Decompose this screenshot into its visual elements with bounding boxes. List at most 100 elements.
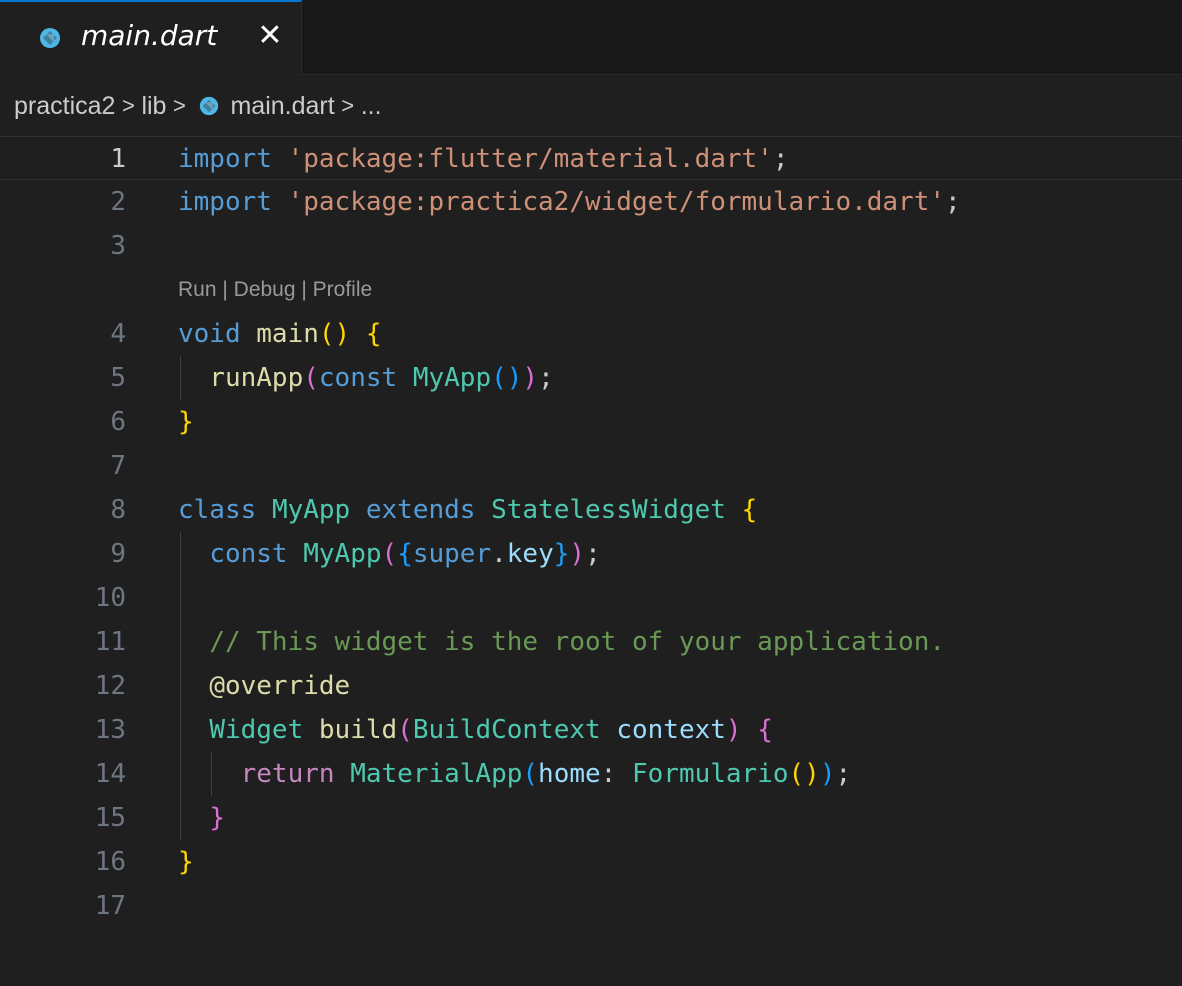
code-token: } <box>209 803 225 833</box>
code-token: void <box>178 319 241 349</box>
code-line[interactable]: 13 Widget build(BuildContext context) { <box>0 708 1182 752</box>
code-text: } <box>178 400 194 444</box>
code-token: : <box>600 759 632 789</box>
code-token: main <box>256 319 319 349</box>
code-token: ; <box>772 144 789 174</box>
breadcrumb-item-file[interactable]: main.dart <box>230 86 334 126</box>
line-number: 4 <box>110 319 126 349</box>
line-number: 12 <box>94 671 126 701</box>
code-line[interactable]: 14 return MaterialApp(home: Formulario()… <box>0 752 1182 796</box>
code-token: MyApp <box>271 495 351 525</box>
code-line[interactable]: 17 <box>0 884 1182 928</box>
code-text: import 'package:flutter/material.dart'; <box>178 137 789 181</box>
code-text: } <box>178 796 225 840</box>
code-line[interactable]: 3 <box>0 224 1182 268</box>
line-number: 13 <box>94 715 126 745</box>
code-token: 'package:practica2/widget/formulario.dar… <box>287 187 946 217</box>
code-token: BuildContext <box>412 715 601 745</box>
code-token: 'package:flutter/material.dart' <box>287 144 773 174</box>
code-token: ; <box>835 759 852 789</box>
code-token: import <box>178 144 272 174</box>
line-number: 2 <box>110 187 126 217</box>
code-token: () <box>491 363 523 393</box>
line-number: 1 <box>110 144 126 174</box>
code-line[interactable]: 8 class MyApp extends StatelessWidget { <box>0 488 1182 532</box>
editor-window: main.dart ✕ practica2 > lib > main.dart … <box>0 0 1182 986</box>
code-line[interactable]: 7 <box>0 444 1182 488</box>
tab-title: main.dart <box>81 19 218 52</box>
code-line[interactable]: 4 void main() { <box>0 312 1182 356</box>
code-token: return <box>240 759 335 789</box>
code-token: const <box>318 363 398 393</box>
code-line[interactable]: 16} <box>0 840 1182 884</box>
code-line[interactable]: 2 import 'package:practica2/widget/formul… <box>0 180 1182 224</box>
code-token: { <box>365 319 382 349</box>
code-token: MyApp <box>303 539 382 569</box>
code-token: extends <box>365 495 476 525</box>
codelens-run-debug-profile[interactable]: Run | Debug | Profile <box>178 268 372 312</box>
code-token: ) <box>522 363 539 393</box>
code-line[interactable]: 10 <box>0 576 1182 620</box>
line-number: 8 <box>110 495 126 525</box>
code-line[interactable]: 11 // This widget is the root of your ap… <box>0 620 1182 664</box>
breadcrumb-item-practica2[interactable]: practica2 <box>14 86 115 126</box>
code-token: build <box>318 715 398 745</box>
code-line[interactable]: 12 @override <box>0 664 1182 708</box>
line-number: 9 <box>110 539 126 569</box>
dart-file-icon <box>200 96 219 116</box>
code-token: ; <box>945 187 961 217</box>
code-token: ( <box>381 539 398 569</box>
breadcrumb-separator: > <box>173 93 186 118</box>
line-number: 7 <box>110 451 126 481</box>
breadcrumb-item-symbols[interactable]: ... <box>361 86 382 126</box>
code-text: import 'package:practica2/widget/formula… <box>178 180 961 224</box>
code-token: } <box>178 847 194 877</box>
code-token: . <box>491 539 507 569</box>
line-number: 6 <box>110 407 126 437</box>
code-line[interactable]: 9 const MyApp({super.key}); <box>0 532 1182 576</box>
close-icon[interactable]: ✕ <box>252 18 288 54</box>
code-token: () <box>318 319 351 349</box>
tab-main-dart[interactable]: main.dart ✕ <box>0 0 302 75</box>
code-line[interactable]: 5 runApp(const MyApp()); <box>0 356 1182 400</box>
code-token: Formulario <box>631 759 789 789</box>
code-token: ) <box>569 539 586 569</box>
code-token: runApp <box>209 363 304 393</box>
code-token: // This widget is the root of your appli… <box>209 627 946 657</box>
breadcrumb-separator: > <box>341 93 355 118</box>
breadcrumb-item-lib[interactable]: lib <box>141 86 166 126</box>
code-line[interactable]: 6} <box>0 400 1182 444</box>
line-number: 16 <box>94 847 126 877</box>
code-token: ) <box>819 759 836 789</box>
code-text: const MyApp({super.key}); <box>178 532 601 576</box>
code-text: @override <box>178 664 350 708</box>
code-text: void main() { <box>178 312 382 356</box>
code-token: StatelessWidget <box>491 495 726 525</box>
code-token: { <box>741 495 758 525</box>
code-editor[interactable]: 1 import 'package:flutter/material.dart';… <box>0 136 1182 986</box>
code-line[interactable]: 1 import 'package:flutter/material.dart'; <box>0 136 1182 180</box>
line-number: 14 <box>94 759 126 789</box>
code-token: const <box>209 539 288 569</box>
code-token: ( <box>303 363 319 393</box>
code-token: super <box>412 539 492 569</box>
breadcrumb-separator: > <box>122 93 135 118</box>
code-token: Widget <box>209 715 304 745</box>
line-number: 5 <box>110 363 126 393</box>
code-token: { <box>397 539 413 569</box>
code-line[interactable]: 15 } <box>0 796 1182 840</box>
code-token: ; <box>585 539 601 569</box>
code-token: MyApp <box>412 363 492 393</box>
code-text: class MyApp extends StatelessWidget { <box>178 488 757 532</box>
